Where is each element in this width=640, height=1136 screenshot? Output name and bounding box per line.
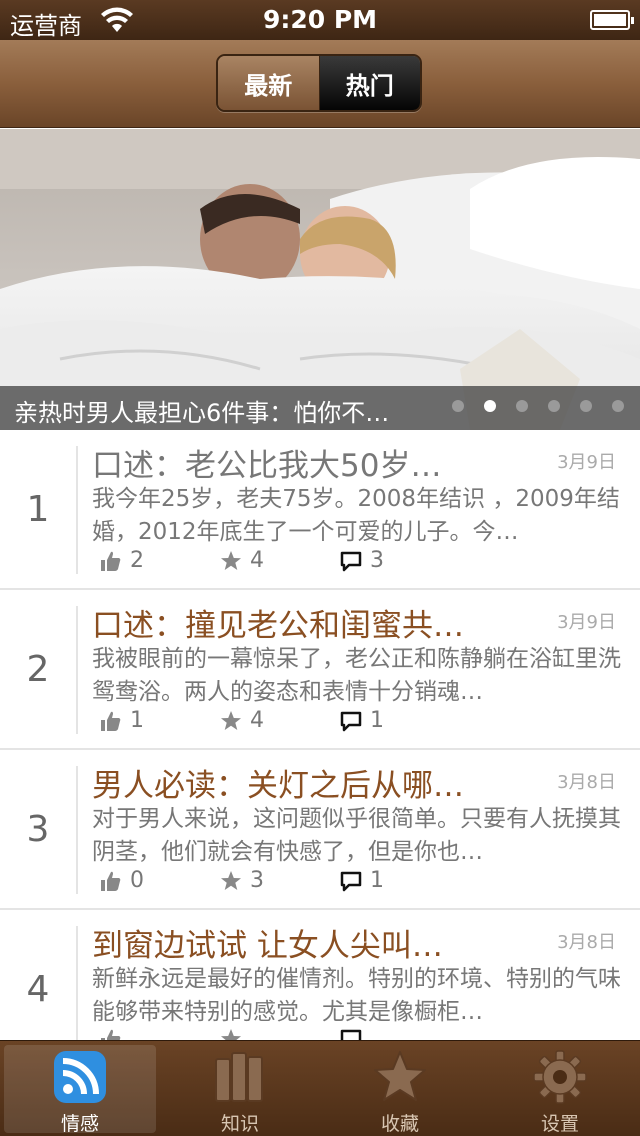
article-stats <box>100 1028 620 1040</box>
segment-hot[interactable]: 热门 <box>319 56 420 110</box>
row-divider <box>76 766 78 894</box>
favorite-stat[interactable] <box>220 1028 250 1040</box>
star-icon <box>374 1051 426 1101</box>
row-divider <box>76 606 78 734</box>
books-icon <box>215 1052 263 1102</box>
article-stats: 0 3 1 <box>100 868 620 898</box>
like-count: 0 <box>130 868 144 893</box>
comment-stat[interactable]: 3 <box>340 548 384 573</box>
thumbs-up-icon <box>101 551 121 571</box>
article-date: 3月8日 <box>557 932 616 953</box>
comment-icon <box>340 711 362 731</box>
rank-number: 1 <box>26 489 50 530</box>
article-list: 1 口述：老公比我大50岁… 3月9日 我今年25岁，老夫75岁。2008年结识… <box>0 430 640 1040</box>
thumbs-up-icon <box>101 871 121 891</box>
article-row[interactable]: 4 到窗边试试 让女人尖叫… 3月8日 新鲜永远是最好的催情剂。特别的环境、特别… <box>0 910 640 1040</box>
article-summary: 我今年25岁，老夫75岁。2008年结识 ，2009年结婚，2012年底生了一个… <box>92 486 620 545</box>
article-date: 3月9日 <box>557 612 616 633</box>
banner-photo <box>0 129 640 430</box>
article-date: 3月8日 <box>557 772 616 793</box>
page-indicator[interactable] <box>452 400 640 412</box>
favorite-count: 4 <box>250 708 264 733</box>
tab-knowledge[interactable]: 知识 <box>164 1045 316 1135</box>
banner-caption-bar: 亲热时男人最担心6件事：怕你不… <box>0 386 640 430</box>
comment-icon <box>340 1029 362 1040</box>
star-icon <box>221 870 241 890</box>
article-title: 口述：撞见老公和闺蜜共… <box>92 608 464 644</box>
article-row[interactable]: 2 口述：撞见老公和闺蜜共… 3月9日 我被眼前的一幕惊呆了，老公正和陈静躺在浴… <box>0 590 640 750</box>
like-stat[interactable]: 1 <box>100 708 144 733</box>
article-row[interactable]: 3 男人必读：关灯之后从哪… 3月8日 对于男人来说，这问题似乎很简单。只要有人… <box>0 750 640 910</box>
article-stats: 2 4 3 <box>100 548 620 578</box>
rank-number: 3 <box>26 809 50 850</box>
comment-count: 1 <box>370 868 384 893</box>
rss-icon <box>54 1051 106 1103</box>
tab-label: 情感 <box>60 1113 99 1135</box>
favorite-stat[interactable]: 3 <box>220 868 264 893</box>
row-divider <box>76 446 78 574</box>
tab-settings[interactable]: 设置 <box>484 1045 636 1135</box>
article-summary: 新鲜永远是最好的催情剂。特别的环境、特别的气味能够带来特别的感觉。尤其是像橱柜… <box>92 966 621 1025</box>
like-stat[interactable]: 2 <box>100 548 144 573</box>
article-summary: 对于男人来说，这问题似乎很简单。只要有人抚摸其阴茎，他们就会有快感了，但是你也… <box>92 806 621 865</box>
comment-icon <box>340 551 362 571</box>
tab-emotion[interactable]: 情感 <box>4 1045 156 1135</box>
clock: 9:20 PM <box>262 5 378 34</box>
favorite-count: 4 <box>250 548 264 573</box>
tab-label: 设置 <box>540 1113 579 1135</box>
thumbs-up-icon <box>101 1029 121 1040</box>
page-dot <box>516 400 528 412</box>
page-dot <box>580 400 592 412</box>
tab-label: 知识 <box>220 1113 259 1135</box>
star-icon <box>221 1029 241 1040</box>
comment-count: 3 <box>370 548 384 573</box>
tab-label: 收藏 <box>380 1113 419 1135</box>
rank-number: 4 <box>26 969 50 1010</box>
row-divider <box>76 926 78 1040</box>
article-stats: 1 4 1 <box>100 708 620 738</box>
article-row[interactable]: 1 口述：老公比我大50岁… 3月9日 我今年25岁，老夫75岁。2008年结识… <box>0 430 640 590</box>
article-title: 口述：老公比我大50岁… <box>92 448 442 484</box>
comment-stat[interactable]: 1 <box>340 708 384 733</box>
page-dot-active <box>484 400 496 412</box>
like-count: 2 <box>130 548 144 573</box>
rank-number: 2 <box>26 649 50 690</box>
favorite-count: 3 <box>250 868 264 893</box>
star-icon <box>221 710 241 730</box>
comment-stat[interactable]: 1 <box>340 868 384 893</box>
comment-count: 1 <box>370 708 384 733</box>
comment-stat[interactable] <box>340 1028 370 1040</box>
page-dot <box>612 400 624 412</box>
tab-favorites[interactable]: 收藏 <box>324 1045 476 1135</box>
tab-bar: 情感 知识 收藏 设置 <box>0 1040 640 1136</box>
comment-icon <box>340 871 362 891</box>
nav-bar: 最新 热门 <box>0 40 640 128</box>
like-count: 1 <box>130 708 144 733</box>
article-title: 男人必读：关灯之后从哪… <box>92 768 464 804</box>
featured-banner[interactable]: 亲热时男人最担心6件事：怕你不… <box>0 129 640 430</box>
star-icon <box>221 550 241 570</box>
banner-title: 亲热时男人最担心6件事：怕你不… <box>14 399 390 427</box>
segmented-control: 最新 热门 <box>216 54 422 112</box>
battery-icon <box>590 10 634 30</box>
segment-latest[interactable]: 最新 <box>218 56 320 110</box>
article-title: 到窗边试试 让女人尖叫… <box>92 928 443 964</box>
favorite-stat[interactable]: 4 <box>220 708 264 733</box>
article-date: 3月9日 <box>557 452 616 473</box>
thumbs-up-icon <box>101 711 121 731</box>
article-summary: 我被眼前的一幕惊呆了，老公正和陈静躺在浴缸里洗鸳鸯浴。两人的姿态和表情十分销魂… <box>92 646 621 705</box>
page-dot <box>548 400 560 412</box>
like-stat[interactable] <box>100 1028 130 1040</box>
favorite-stat[interactable]: 4 <box>220 548 264 573</box>
like-stat[interactable]: 0 <box>100 868 144 893</box>
gear-icon <box>533 1050 587 1104</box>
status-bar: 运营商 9:20 PM <box>0 0 640 40</box>
page-dot <box>452 400 464 412</box>
